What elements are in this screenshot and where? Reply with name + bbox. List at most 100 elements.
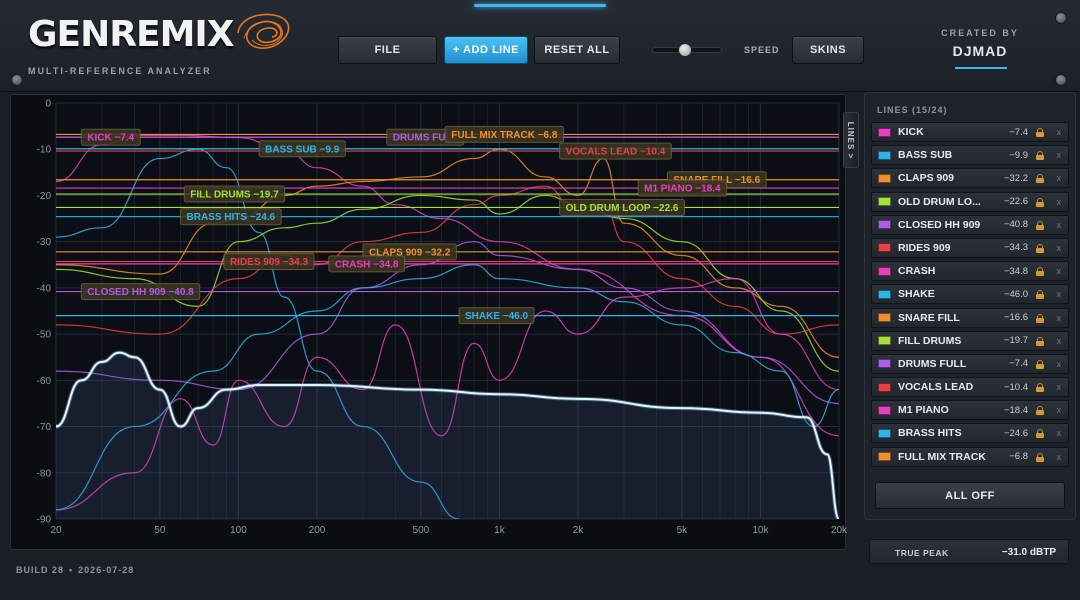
lines-panel-toggle[interactable]: LINES > <box>843 112 859 168</box>
remove-line-icon[interactable]: x <box>1057 243 1062 253</box>
file-button[interactable]: FILE <box>338 36 437 64</box>
lock-icon[interactable] <box>1036 128 1044 137</box>
list-item[interactable]: VOCALS LEAD −10.4 x <box>871 377 1069 398</box>
line-color-swatch[interactable] <box>878 405 891 415</box>
line-label: CLOSED HH 909 −40.8 <box>80 283 201 301</box>
remove-line-icon[interactable]: x <box>1057 452 1062 462</box>
line-label-text: CRASH −34.8 <box>335 259 399 270</box>
line-name: CLOSED HH 909 <box>898 218 981 231</box>
lock-icon[interactable] <box>1036 313 1044 323</box>
line-color-swatch[interactable] <box>878 220 891 230</box>
list-item[interactable]: SNARE FILL −16.6 x <box>871 307 1069 328</box>
list-item[interactable]: CRASH −34.8 x <box>871 261 1069 282</box>
line-color-swatch[interactable] <box>878 336 891 346</box>
line-value: −34.3 <box>1003 242 1028 254</box>
remove-line-icon[interactable]: x <box>1057 197 1062 207</box>
lock-icon[interactable] <box>1036 336 1044 346</box>
line-name: RIDES 909 <box>898 241 951 254</box>
lock-icon[interactable] <box>1036 174 1044 184</box>
author-name[interactable]: DJMAD <box>930 43 1030 59</box>
remove-line-icon[interactable]: x <box>1057 150 1062 160</box>
line-label-text: BRASS HITS −24.6 <box>187 212 276 223</box>
list-item[interactable]: FILL DRUMS −19.7 x <box>871 330 1069 351</box>
reset-all-button[interactable]: RESET ALL <box>534 36 620 64</box>
remove-line-icon[interactable]: x <box>1057 289 1062 299</box>
app-logo: GENREMIX <box>28 14 235 55</box>
line-color-swatch[interactable] <box>878 266 891 276</box>
logo-scribble-icon <box>237 13 290 49</box>
list-item[interactable]: BRASS HITS −24.6 x <box>871 423 1069 444</box>
all-off-button[interactable]: ALL OFF <box>875 482 1065 509</box>
lock-icon[interactable] <box>1036 406 1044 416</box>
screw-icon <box>1055 12 1067 24</box>
list-item[interactable]: SHAKE −46.0 x <box>871 284 1069 305</box>
line-value: −32.2 <box>1003 172 1028 184</box>
lock-icon[interactable] <box>1036 197 1044 207</box>
spectrum-graph[interactable]: 0 -10 -20 -30 -40 -50 -60 -70 -80 -90 20 50 100 200 50… <box>10 94 847 551</box>
lock-icon[interactable] <box>1036 267 1044 277</box>
remove-line-icon[interactable]: x <box>1057 313 1062 323</box>
lock-icon[interactable] <box>1036 359 1044 369</box>
remove-line-icon[interactable]: x <box>1057 359 1062 369</box>
line-color-swatch[interactable] <box>878 289 891 299</box>
add-line-button[interactable]: + ADD LINE <box>444 36 528 64</box>
remove-line-icon[interactable]: x <box>1057 405 1062 415</box>
line-color-swatch[interactable] <box>878 428 891 438</box>
line-label: FILL DRUMS −19.7 <box>183 185 286 203</box>
speed-slider-knob[interactable] <box>678 43 693 57</box>
spectrum-chart[interactable]: 0 -10 -20 -30 -40 -50 -60 -70 -80 -9020 50 100 200 50… <box>11 95 847 551</box>
remove-line-icon[interactable]: x <box>1057 382 1062 392</box>
list-item[interactable]: BASS SUB −9.9 x <box>871 145 1069 166</box>
y-tick-label: -70 <box>37 422 52 433</box>
list-item[interactable]: M1 PIANO −18.4 x <box>871 400 1069 421</box>
line-name: SNARE FILL <box>898 311 960 324</box>
line-color-swatch[interactable] <box>878 243 891 253</box>
x-tick-label: 50 <box>154 525 166 536</box>
line-color-swatch[interactable] <box>878 452 891 462</box>
lock-icon[interactable] <box>1036 429 1044 439</box>
remove-line-icon[interactable]: x <box>1057 266 1062 276</box>
line-name: OLD DRUM LO... <box>898 195 981 208</box>
lock-icon[interactable] <box>1036 151 1044 161</box>
line-color-swatch[interactable] <box>878 382 891 392</box>
line-label-text: SHAKE −46.0 <box>465 311 529 322</box>
line-label-text: BASS SUB −9.9 <box>265 144 340 155</box>
lock-icon[interactable] <box>1036 290 1044 300</box>
lock-icon[interactable] <box>1036 452 1044 462</box>
remove-line-icon[interactable]: x <box>1057 428 1062 438</box>
line-color-swatch[interactable] <box>878 173 891 183</box>
speed-slider[interactable] <box>652 43 722 57</box>
line-name: KICK <box>898 126 924 138</box>
list-item[interactable]: KICK −7.4 x <box>871 122 1069 142</box>
line-color-swatch[interactable] <box>878 150 891 160</box>
x-tick-label: 1k <box>494 525 506 536</box>
lock-icon[interactable] <box>1036 383 1044 393</box>
line-label: OLD DRUM LOOP −22.6 <box>559 198 685 216</box>
lock-icon[interactable] <box>1036 243 1044 253</box>
skins-button[interactable]: SKINS <box>792 36 864 64</box>
list-item[interactable]: OLD DRUM LO... −22.6 x <box>871 191 1069 212</box>
line-color-swatch[interactable] <box>878 313 891 322</box>
remove-line-icon[interactable]: x <box>1057 127 1062 137</box>
list-item[interactable]: DRUMS FULL −7.4 x <box>871 353 1069 374</box>
line-name: BASS SUB <box>898 149 953 162</box>
line-label: KICK −7.4 <box>80 128 141 146</box>
remove-line-icon[interactable]: x <box>1057 173 1062 183</box>
line-color-swatch[interactable] <box>878 359 891 369</box>
line-label-text: OLD DRUM LOOP −22.6 <box>566 203 679 214</box>
line-name: VOCALS LEAD <box>898 381 974 394</box>
y-tick-label: -50 <box>37 330 52 341</box>
line-name: M1 PIANO <box>898 404 949 417</box>
list-item[interactable]: RIDES 909 −34.3 x <box>871 237 1069 258</box>
list-item[interactable]: FULL MIX TRACK −6.8 x <box>871 446 1069 467</box>
y-tick-label: -40 <box>37 283 52 294</box>
remove-line-icon[interactable]: x <box>1057 336 1062 346</box>
list-item[interactable]: CLAPS 909 −32.2 x <box>871 168 1069 189</box>
line-label: BASS SUB −9.9 <box>258 140 346 158</box>
line-color-swatch[interactable] <box>878 127 891 137</box>
line-color-swatch[interactable] <box>878 197 891 207</box>
remove-line-icon[interactable]: x <box>1057 220 1062 230</box>
lock-icon[interactable] <box>1036 220 1044 230</box>
x-tick-label: 200 <box>309 525 326 536</box>
list-item[interactable]: CLOSED HH 909 −40.8 x <box>871 214 1069 235</box>
